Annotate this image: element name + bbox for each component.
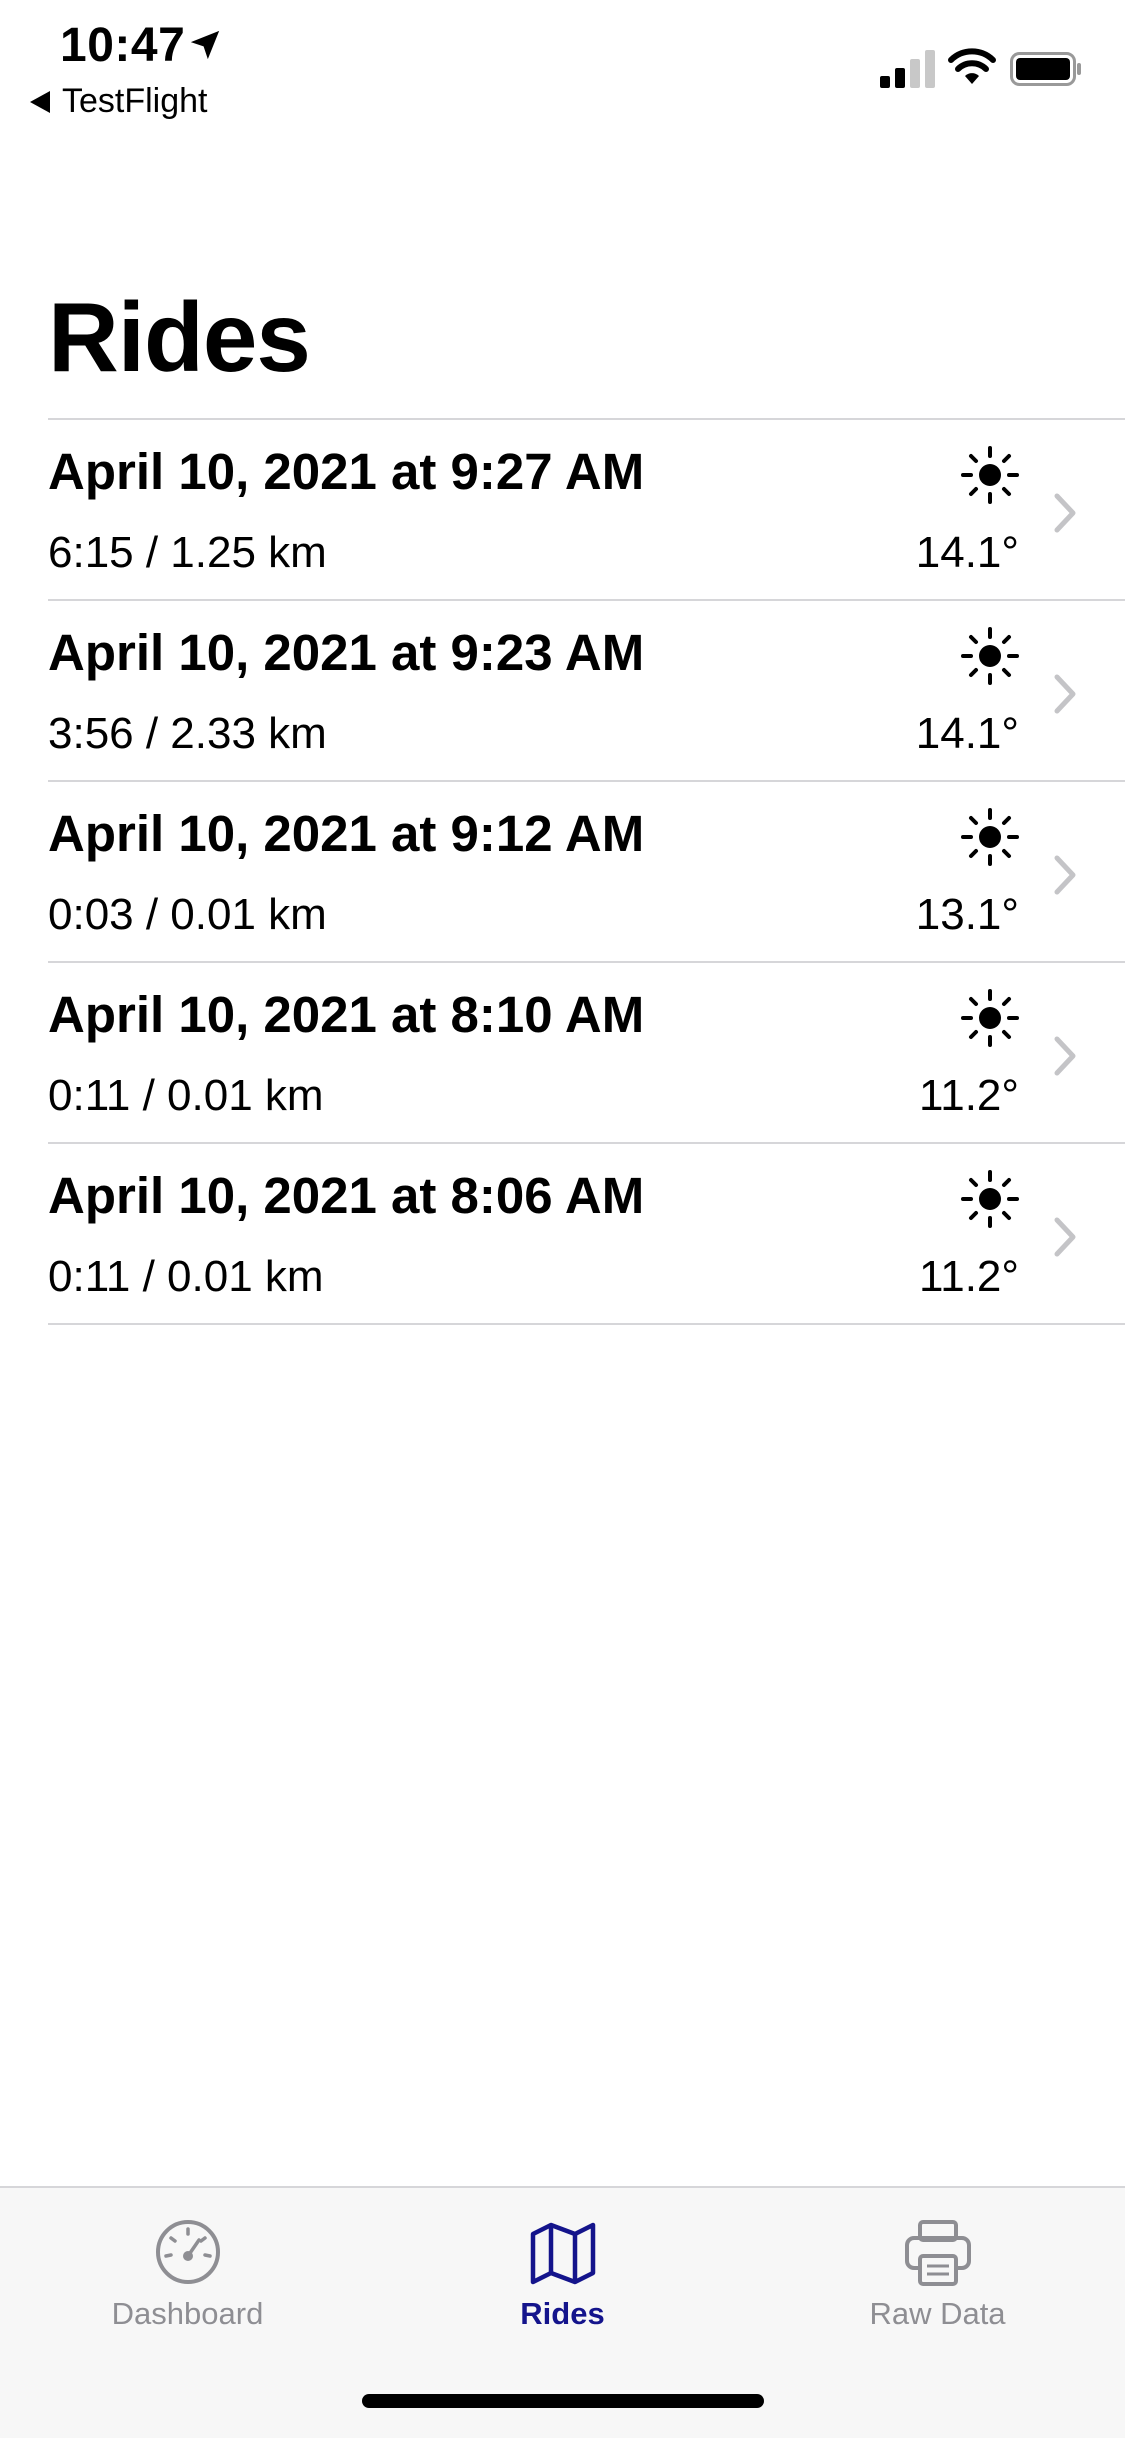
chevron-right-icon	[1054, 855, 1076, 895]
tab-raw-data[interactable]: Raw Data	[750, 2216, 1125, 2332]
ride-duration-distance: 3:56 / 2.33 km	[48, 709, 327, 758]
sun-icon	[961, 1170, 1019, 1228]
tab-rides[interactable]: Rides	[375, 2216, 750, 2332]
page-title: Rides	[48, 282, 311, 392]
ride-temperature: 11.2°	[919, 1071, 1019, 1120]
sun-icon	[961, 627, 1019, 685]
chevron-right-icon	[1054, 493, 1076, 533]
ride-row[interactable]: April 10, 2021 at 8:06 AM 0:11 / 0.01 km…	[48, 1144, 1125, 1325]
ride-temperature: 14.1°	[915, 709, 1019, 758]
ride-row[interactable]: April 10, 2021 at 9:12 AM 0:03 / 0.01 km…	[48, 782, 1125, 963]
sun-icon	[961, 989, 1019, 1047]
status-time: 10:47	[60, 19, 186, 72]
ride-duration-distance: 0:11 / 0.01 km	[48, 1071, 324, 1120]
ride-date-title: April 10, 2021 at 8:10 AM	[48, 986, 645, 1043]
ride-date-title: April 10, 2021 at 9:23 AM	[48, 624, 645, 681]
speedometer-icon	[155, 2220, 220, 2284]
tab-label-raw-data: Raw Data	[869, 2296, 1006, 2331]
back-to-app-button[interactable]: TestFlight	[30, 82, 208, 121]
tab-label-dashboard: Dashboard	[111, 2296, 264, 2331]
map-icon	[530, 2222, 595, 2285]
ride-row[interactable]: April 10, 2021 at 8:10 AM 0:11 / 0.01 km…	[48, 963, 1125, 1144]
ride-duration-distance: 0:11 / 0.01 km	[48, 1252, 324, 1301]
back-triangle-icon	[30, 90, 50, 113]
ride-duration-distance: 0:03 / 0.01 km	[48, 890, 327, 939]
ride-date-title: April 10, 2021 at 8:06 AM	[48, 1167, 645, 1224]
sun-icon	[961, 446, 1019, 504]
chevron-right-icon	[1054, 674, 1076, 714]
cellular-signal-icon	[880, 50, 935, 88]
ride-row[interactable]: April 10, 2021 at 9:27 AM 6:15 / 1.25 km…	[48, 420, 1125, 601]
printer-icon	[904, 2220, 971, 2286]
battery-icon	[1010, 52, 1081, 86]
chevron-right-icon	[1054, 1217, 1076, 1257]
chevron-right-icon	[1054, 1036, 1076, 1076]
back-label: TestFlight	[62, 82, 208, 120]
ride-temperature: 11.2°	[919, 1252, 1019, 1301]
sun-icon	[961, 808, 1019, 866]
location-arrow-icon	[190, 30, 220, 60]
ride-date-title: April 10, 2021 at 9:27 AM	[48, 443, 645, 500]
tab-label-rides: Rides	[520, 2296, 605, 2331]
tab-dashboard[interactable]: Dashboard	[0, 2216, 375, 2332]
ride-duration-distance: 6:15 / 1.25 km	[48, 528, 327, 577]
ride-row[interactable]: April 10, 2021 at 9:23 AM 3:56 / 2.33 km…	[48, 601, 1125, 782]
wifi-icon	[948, 48, 996, 84]
home-indicator[interactable]	[362, 2394, 764, 2408]
ride-date-title: April 10, 2021 at 9:12 AM	[48, 805, 645, 862]
ride-temperature: 14.1°	[915, 528, 1019, 577]
ride-list: April 10, 2021 at 9:27 AM 6:15 / 1.25 km…	[0, 418, 1125, 1325]
status-bar: 10:47 TestFlight	[0, 0, 1125, 130]
ride-temperature: 13.1°	[915, 890, 1019, 939]
